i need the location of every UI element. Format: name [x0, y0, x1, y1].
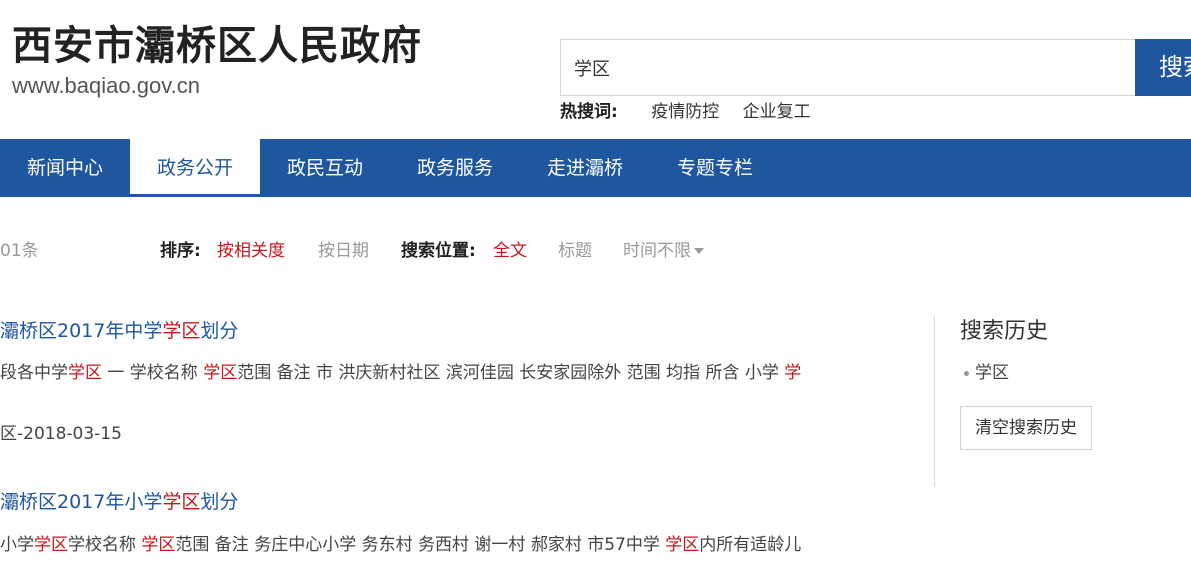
- bullet-icon: [964, 370, 969, 376]
- time-filter-label: 时间不限: [623, 241, 691, 261]
- dropdown-triangle-icon: [694, 248, 704, 254]
- result-count: 01条: [0, 241, 39, 261]
- nav-item-services[interactable]: 政务服务: [390, 139, 520, 197]
- history-title: 搜索历史: [960, 319, 1049, 344]
- snippet-text: 范围 备注 务庄中心小学 务东村 务西村 谢一村 郝家村 市57中学: [175, 535, 666, 555]
- hotwords: 热搜词: 疫情防控 企业复工: [560, 101, 829, 123]
- nav-item-interaction[interactable]: 政民互动: [260, 139, 390, 197]
- hotwords-label: 热搜词:: [560, 102, 618, 122]
- snippet-highlight: 学区: [34, 535, 68, 555]
- clear-history-button[interactable]: 清空搜索历史: [960, 406, 1092, 450]
- result-title-text: 灞桥区2017年小学: [0, 491, 163, 513]
- snippet-highlight: 学区: [203, 363, 238, 383]
- search-button[interactable]: 搜索: [1135, 39, 1191, 96]
- snippet-highlight: 学: [784, 363, 802, 383]
- result-meta: 区-2018-03-15: [0, 424, 122, 444]
- snippet-text: 段各中学: [0, 363, 68, 383]
- site-url: www.baqiao.gov.cn: [12, 73, 200, 98]
- position-title-link[interactable]: 标题: [558, 239, 592, 263]
- snippet-highlight: 学区: [141, 535, 176, 555]
- nav-item-gov-affairs[interactable]: 政务公开: [130, 139, 260, 197]
- site-title[interactable]: 西安市灞桥区人民政府: [12, 20, 422, 72]
- position-label: 搜索位置:: [401, 241, 476, 261]
- result-title-link[interactable]: 灞桥区2017年小学学区划分: [0, 489, 238, 515]
- snippet-highlight: 学区: [68, 363, 102, 383]
- result-title-highlight: 学区: [162, 491, 201, 513]
- nav-item-news[interactable]: 新闻中心: [0, 139, 130, 197]
- history-item[interactable]: 学区: [964, 361, 1009, 385]
- main-nav: 新闻中心 政务公开 政民互动 政务服务 走进灞桥 专题专栏: [0, 139, 1191, 197]
- snippet-text: 内所有适龄儿: [699, 535, 802, 555]
- history-item-label: 学区: [975, 363, 1009, 383]
- sort-date-link[interactable]: 按日期: [318, 239, 369, 263]
- snippet-text: 小学: [0, 535, 34, 555]
- snippet-highlight: 学区: [665, 535, 700, 555]
- snippet-text: 学校名称: [68, 535, 142, 555]
- snippet-text: 一 学校名称: [102, 363, 204, 383]
- result-title-highlight: 学区: [162, 320, 201, 342]
- snippet-text: 范围 备注 市 洪庆新村社区 滨河佳园 长安家园除外 范围 均指 所含 小学: [237, 363, 785, 383]
- result-title-text: 灞桥区2017年中学: [0, 320, 163, 342]
- result-title-text: 划分: [200, 320, 239, 342]
- result-title-text: 划分: [200, 491, 239, 513]
- hotword-item[interactable]: 企业复工: [743, 102, 811, 122]
- time-filter-dropdown[interactable]: 时间不限: [623, 239, 704, 263]
- sort-label: 排序:: [160, 241, 201, 261]
- hotword-item[interactable]: 疫情防控: [651, 102, 719, 122]
- result-snippet: 小学学区学校名称 学区范围 备注 务庄中心小学 务东村 务西村 谢一村 郝家村 …: [0, 533, 801, 557]
- result-snippet: 段各中学学区 一 学校名称 学区范围 备注 市 洪庆新村社区 滨河佳园 长安家园…: [0, 361, 801, 385]
- search-box: [560, 39, 1136, 96]
- result-title-link[interactable]: 灞桥区2017年中学学区划分: [0, 318, 238, 344]
- sort-relevance-link[interactable]: 按相关度: [217, 239, 285, 263]
- search-input[interactable]: [561, 40, 1136, 95]
- sidebar-divider: [934, 316, 935, 486]
- nav-item-topics[interactable]: 专题专栏: [650, 139, 780, 197]
- position-fulltext-link[interactable]: 全文: [493, 239, 527, 263]
- nav-item-about-baqiao[interactable]: 走进灞桥: [520, 139, 650, 197]
